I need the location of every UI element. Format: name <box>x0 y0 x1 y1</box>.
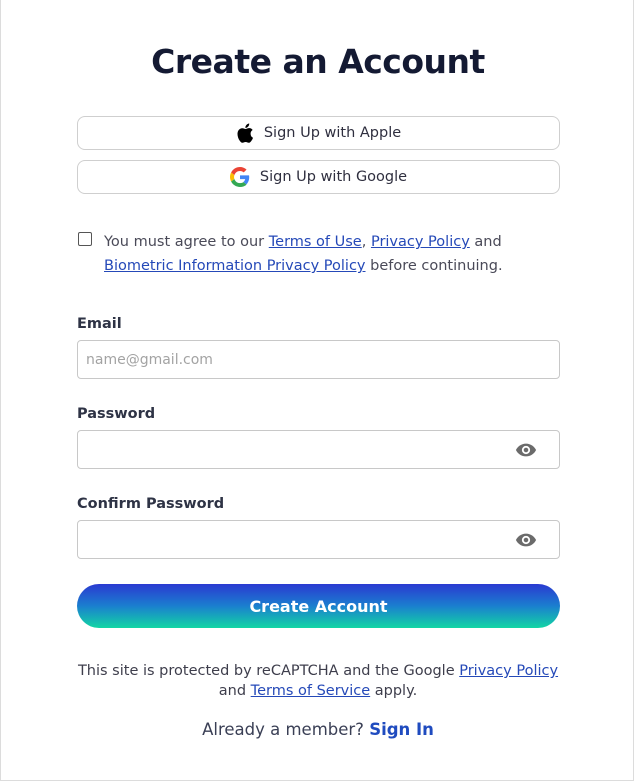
recaptcha-notice: This site is protected by reCAPTCHA and … <box>77 663 559 699</box>
sign-in-link[interactable]: Sign In <box>369 720 434 739</box>
email-field[interactable] <box>78 341 559 378</box>
confirm-password-field[interactable] <box>78 521 559 558</box>
eye-icon[interactable] <box>515 531 537 549</box>
email-label: Email <box>77 316 122 332</box>
biometric-policy-link[interactable]: Biometric Information Privacy Policy <box>104 258 366 274</box>
create-account-button[interactable]: Create Account <box>77 584 560 628</box>
terms-agreement-text: You must agree to our Terms of Use, Priv… <box>104 234 503 274</box>
signup-panel: Create an Account Sign Up with Apple Sig… <box>0 0 634 781</box>
confirm-password-label: Confirm Password <box>77 496 225 512</box>
google-icon <box>229 167 250 187</box>
terms-of-use-link[interactable]: Terms of Use <box>269 234 362 250</box>
page-title: Create an Account <box>151 42 485 81</box>
signin-prompt: Already a member? Sign In <box>202 720 434 739</box>
google-terms-of-service-link[interactable]: Terms of Service <box>251 683 370 699</box>
password-field[interactable] <box>78 431 559 468</box>
apple-signup-button[interactable]: Sign Up with Apple <box>77 116 560 150</box>
confirm-password-field-box <box>77 520 560 559</box>
privacy-policy-link[interactable]: Privacy Policy <box>371 234 470 250</box>
apple-signup-label: Sign Up with Apple <box>263 125 402 141</box>
apple-icon <box>236 123 254 143</box>
eye-icon[interactable] <box>515 441 537 459</box>
google-privacy-policy-link[interactable]: Privacy Policy <box>459 663 558 679</box>
terms-checkbox[interactable] <box>78 232 92 246</box>
google-signup-button[interactable]: Sign Up with Google <box>77 160 560 194</box>
password-field-box <box>77 430 560 469</box>
email-field-box <box>77 340 560 379</box>
password-label: Password <box>77 406 156 422</box>
google-signup-label: Sign Up with Google <box>259 169 408 185</box>
